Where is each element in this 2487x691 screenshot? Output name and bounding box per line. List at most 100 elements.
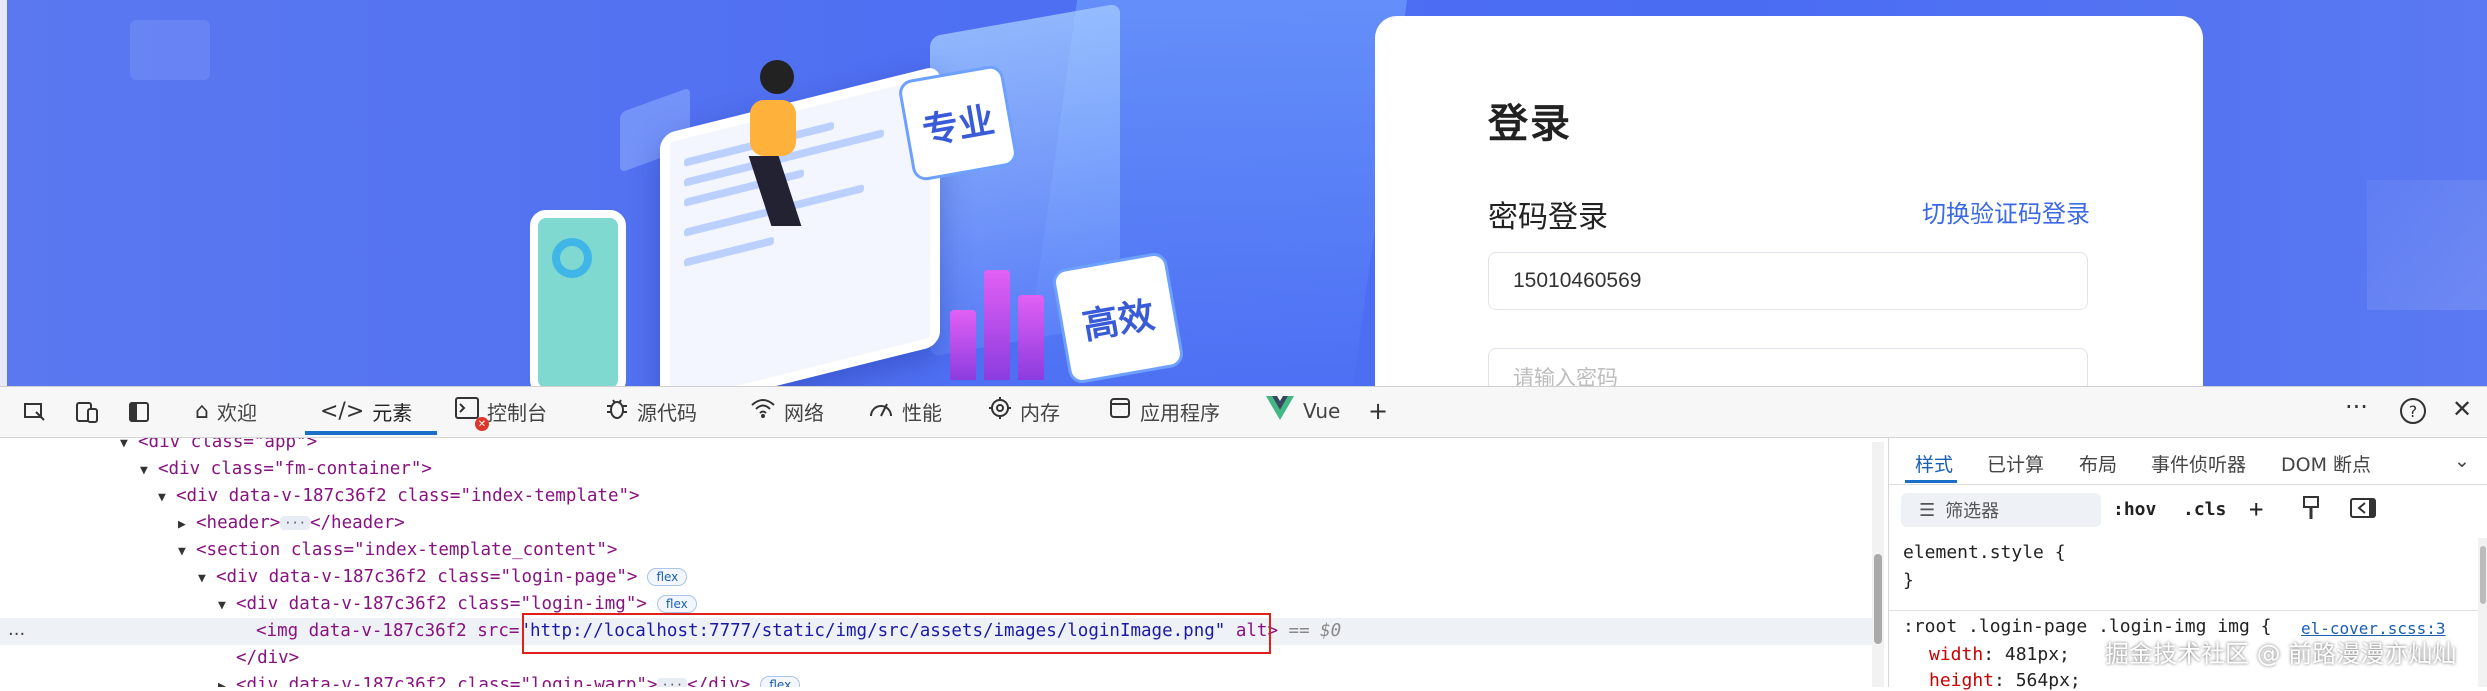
- filter-icon: ☰: [1919, 499, 1936, 521]
- styles-filter-input[interactable]: ☰ 筛选器: [1901, 493, 2101, 527]
- dom-node-fm-container[interactable]: ▼ <div class="fm-container">: [0, 456, 1875, 483]
- close-devtools-icon[interactable]: ✕: [2452, 395, 2472, 423]
- dom-node-header[interactable]: ▶ <header> ··· </header>: [0, 510, 1875, 537]
- dom-node-text: alt>: [1225, 621, 1278, 641]
- img-src-link[interactable]: "http://localhost:7777/static/img/src/as…: [519, 621, 1225, 641]
- hover-state-toggle[interactable]: :hov: [2113, 499, 2156, 520]
- tab-dom-breakpoints[interactable]: DOM 断点: [2281, 450, 2371, 477]
- paint-brush-icon[interactable]: [2301, 495, 2321, 526]
- tab-elements[interactable]: </> 元素: [320, 387, 412, 435]
- tab-label: 内存: [1020, 400, 1060, 425]
- expand-triangle-icon[interactable]: ▶: [178, 511, 196, 538]
- collapse-triangle-icon[interactable]: ▼: [140, 457, 158, 484]
- tab-memory[interactable]: 内存: [988, 387, 1060, 435]
- toggle-sidebar-icon[interactable]: [2349, 497, 2377, 524]
- collapse-triangle-icon[interactable]: ▼: [198, 565, 216, 592]
- tab-vue[interactable]: Vue: [1265, 387, 1340, 435]
- tab-welcome[interactable]: ⌂ 欢迎: [195, 387, 257, 435]
- switch-to-code-login-link[interactable]: 切换验证码登录: [1922, 194, 2090, 229]
- dom-node-text: <section class="index-template_content">: [196, 540, 618, 560]
- tab-event-listeners[interactable]: 事件侦听器: [2151, 450, 2246, 477]
- device-emulation-icon[interactable]: [72, 397, 102, 427]
- add-tab-icon[interactable]: +: [1368, 397, 1388, 425]
- tab-label: 元素: [372, 400, 413, 425]
- scrollbar-thumb[interactable]: [1874, 554, 1882, 644]
- tab-label: 网络: [784, 400, 824, 425]
- error-badge-icon: ✕: [475, 417, 489, 431]
- tab-label: 性能: [902, 400, 942, 425]
- dom-node-close[interactable]: </div>: [0, 645, 1875, 672]
- dom-node-login-img[interactable]: ▼ <div data-v-187c36f2 class="login-img">…: [0, 591, 1875, 618]
- inspect-icon[interactable]: [20, 397, 50, 427]
- dom-node-index-template[interactable]: ▼ <div data-v-187c36f2 class="index-templ…: [0, 483, 1875, 510]
- elements-scrollbar[interactable]: [1872, 442, 1884, 687]
- illustration-bar-chart: [950, 250, 1070, 380]
- css-prop-name: width: [1929, 644, 1984, 665]
- password-input[interactable]: 请输入密码: [1488, 348, 2088, 386]
- node-actions-icon[interactable]: ···: [8, 624, 25, 645]
- password-login-heading: 密码登录: [1488, 200, 1608, 235]
- styles-divider: [1889, 610, 2479, 611]
- collapse-triangle-icon[interactable]: ▼: [178, 538, 196, 565]
- more-options-icon[interactable]: ···: [2345, 393, 2368, 421]
- tab-label: Vue: [1303, 399, 1341, 423]
- dock-side-icon[interactable]: [124, 397, 154, 427]
- add-rule-icon[interactable]: +: [2249, 495, 2263, 523]
- dom-node-img-selected[interactable]: <img data-v-187c36f2 src="http://localho…: [0, 618, 1875, 645]
- help-icon[interactable]: ?: [2398, 396, 2428, 432]
- collapse-triangle-icon[interactable]: ▼: [218, 592, 236, 619]
- dom-node-login-warp[interactable]: ▶ <div data-v-187c36f2 class="login-warp"…: [0, 672, 1875, 687]
- tab-sources[interactable]: 源代码: [605, 387, 697, 435]
- illustration-block: [130, 20, 210, 80]
- dom-node-text: <div class="fm-container">: [158, 459, 432, 479]
- devtools-toolbar: ⌂ 欢迎 </> 元素 控制台 ✕ 源代码 网络 性能 内存 应用程序 Vue …: [0, 387, 2487, 438]
- class-toggle[interactable]: .cls: [2183, 499, 2226, 520]
- element-style-rule[interactable]: element.style {: [1903, 542, 2066, 563]
- tab-styles[interactable]: 样式: [1915, 450, 1953, 477]
- dom-node-text: <div class="app">: [138, 438, 318, 452]
- flex-badge[interactable]: flex: [760, 676, 801, 687]
- illustration-person: [720, 60, 820, 226]
- dom-node-app[interactable]: ▼ <div class="app">: [0, 438, 1875, 456]
- dom-node-text: </header>: [309, 513, 405, 533]
- flex-badge[interactable]: flex: [656, 595, 697, 613]
- ellipsis-badge[interactable]: ···: [280, 516, 310, 530]
- css-prop-height[interactable]: height: 564px;: [1929, 670, 2081, 691]
- dom-node-section[interactable]: ▼ <section class="index-template_content"…: [0, 537, 1875, 564]
- styles-tabbar: 样式 已计算 布局 事件侦听器 DOM 断点 ⌄: [1889, 438, 2487, 485]
- css-prop-value: 564px;: [2015, 670, 2081, 691]
- tab-network[interactable]: 网络: [750, 387, 824, 435]
- css-prop-width[interactable]: width: 481px;: [1929, 644, 2070, 665]
- dom-node-login-page[interactable]: ▼ <div data-v-187c36f2 class="login-page"…: [0, 564, 1875, 591]
- dom-node-text: <div data-v-187c36f2 class="index-templa…: [176, 486, 640, 506]
- styles-scrollbar[interactable]: [2478, 538, 2487, 687]
- background-decoration: [2367, 180, 2487, 310]
- dom-node-text: <div data-v-187c36f2 class="login-page">: [216, 567, 638, 587]
- tab-application[interactable]: 应用程序: [1108, 387, 1220, 435]
- login-page-viewport: 专业 高效 登录 密码登录 切换验证码登录 15010460569 请输入密码: [0, 0, 2487, 386]
- collapse-triangle-icon[interactable]: ▼: [158, 484, 176, 511]
- illustration-bubble-efficient: 高效: [1050, 250, 1186, 386]
- dom-node-text: <div data-v-187c36f2 class="login-warp">: [236, 675, 658, 687]
- tab-console[interactable]: 控制台: [455, 387, 547, 435]
- illustration-phone: [530, 210, 626, 386]
- tab-layout[interactable]: 布局: [2079, 450, 2117, 477]
- code-icon: </>: [320, 398, 365, 424]
- scrollbar-thumb[interactable]: [2480, 546, 2486, 604]
- performance-icon: [868, 396, 894, 426]
- collapse-triangle-icon[interactable]: ▼: [120, 438, 138, 457]
- phone-input[interactable]: 15010460569: [1488, 252, 2088, 310]
- tab-computed[interactable]: 已计算: [1987, 450, 2044, 477]
- chevron-down-icon[interactable]: ⌄: [2454, 450, 2470, 472]
- filter-placeholder: 筛选器: [1945, 501, 2000, 522]
- dom-node-text: </div>: [687, 675, 751, 687]
- tab-performance[interactable]: 性能: [868, 387, 942, 435]
- expand-triangle-icon[interactable]: ▶: [218, 673, 236, 687]
- active-tab-indicator: [305, 431, 437, 435]
- dom-node-text: </div>: [236, 648, 300, 668]
- tab-label: 应用程序: [1140, 400, 1220, 425]
- home-icon: ⌂: [195, 398, 209, 424]
- vue-icon: [1265, 395, 1295, 427]
- flex-badge[interactable]: flex: [647, 568, 688, 586]
- dom-node-text: <div data-v-187c36f2 class="login-img">: [236, 594, 647, 614]
